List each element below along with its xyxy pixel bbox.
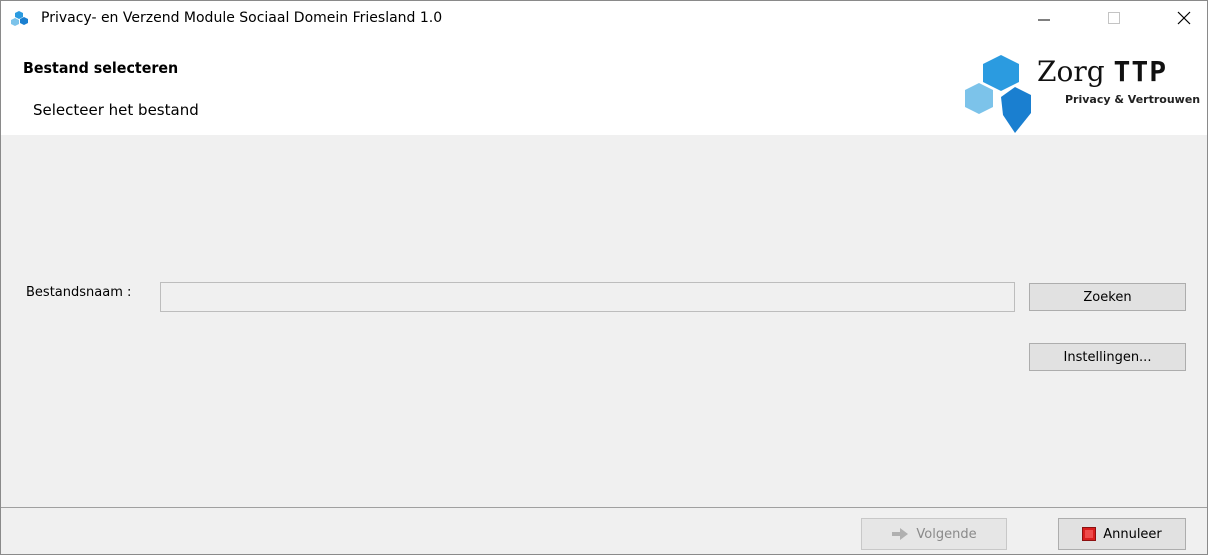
page-subtitle: Selecteer het bestand (33, 101, 199, 119)
app-cubes-icon (11, 11, 28, 26)
application-window: Privacy- en Verzend Module Sociaal Domei… (0, 0, 1208, 555)
zorgttp-logo: Zorg TTP Privacy & Vertrouwen (961, 53, 1207, 137)
logo-tagline: Privacy & Vertrouwen (1065, 93, 1201, 106)
arrow-right-icon (891, 528, 909, 540)
minimize-icon (1038, 19, 1050, 21)
maximize-button[interactable] (1091, 1, 1137, 35)
minimize-button[interactable] (1021, 1, 1067, 35)
close-button[interactable] (1161, 1, 1207, 35)
next-button[interactable]: Volgende (861, 518, 1007, 550)
page-title: Bestand selecteren (23, 59, 179, 77)
search-button[interactable]: Zoeken (1029, 283, 1186, 311)
next-button-label: Volgende (916, 526, 977, 542)
stop-icon (1082, 527, 1097, 541)
logo-cubes-icon (965, 55, 1031, 133)
maximize-icon (1108, 12, 1120, 24)
cancel-button-label: Annuleer (1103, 526, 1162, 542)
cancel-button[interactable]: Annuleer (1058, 518, 1186, 550)
window-title: Privacy- en Verzend Module Sociaal Domei… (41, 10, 443, 26)
settings-button[interactable]: Instellingen... (1029, 343, 1186, 371)
filename-input[interactable] (160, 282, 1015, 312)
logo-wordmark: Zorg TTP (1037, 55, 1168, 88)
title-bar[interactable]: Privacy- en Verzend Module Sociaal Domei… (1, 1, 1207, 35)
wizard-header: Bestand selecteren Selecteer het bestand… (1, 35, 1207, 135)
close-icon (1177, 11, 1191, 25)
content-panel: Bestandsnaam : Zoeken Instellingen... (1, 135, 1207, 507)
filename-label: Bestandsnaam : (26, 285, 132, 300)
wizard-footer: Volgende Annuleer (1, 508, 1207, 554)
